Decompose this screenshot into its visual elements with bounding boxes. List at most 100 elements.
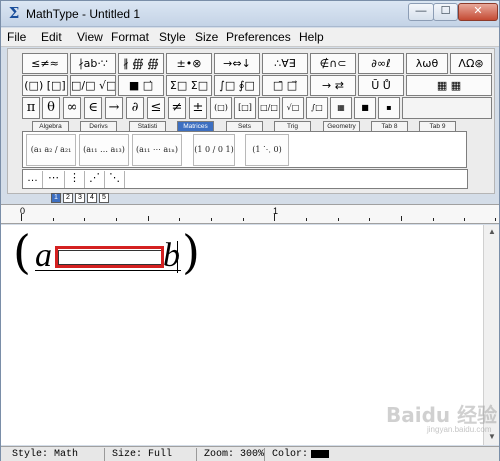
palette-set-theory[interactable]: ∉∩⊂: [310, 53, 356, 74]
small-tab-5[interactable]: 5: [99, 193, 109, 203]
status-color-label: Color:: [272, 449, 309, 460]
palette-subscript-superscript[interactable]: ■ □̇: [118, 75, 164, 96]
ruler-tick: [21, 214, 22, 221]
symbol-partial-button[interactable]: ∂: [126, 97, 144, 119]
status-zoom: Zoom: 300%: [201, 448, 265, 461]
ruler-tick: [179, 218, 180, 221]
template-identity-diagonal[interactable]: (1 ⋱ 0): [245, 134, 289, 166]
scroll-up-icon[interactable]: ▲: [485, 225, 499, 239]
small-tab-2[interactable]: 2: [63, 193, 73, 203]
selection-underline: [35, 270, 181, 271]
symbol-plusminus-button[interactable]: ±: [189, 97, 207, 119]
math-toolbar: ≤≠≈ ∤ab·∵ ∦ ∰ ∰ ±•⊗ →⇔↓ ∴∀∃ ∉∩⊂ ∂∞ℓ λωθ …: [7, 48, 495, 194]
palette-matrices[interactable]: ▦ ▦: [406, 75, 492, 96]
template-brackets-button[interactable]: [□]: [234, 97, 256, 119]
tab-8[interactable]: Tab 8: [371, 121, 408, 131]
palette-embellishments[interactable]: ∦ ∰ ∰: [118, 53, 164, 74]
ellipsis-down-diagonal-button[interactable]: ⋱: [105, 171, 125, 188]
symbol-theta-button[interactable]: θ: [42, 97, 60, 119]
tab-statistics[interactable]: Statisti: [129, 121, 166, 131]
palette-fraction-radical[interactable]: □/□ √□: [70, 75, 116, 96]
status-style: Style: Math: [9, 448, 105, 461]
right-parenthesis: ): [182, 225, 200, 279]
ruler[interactable]: 0 1: [1, 204, 499, 224]
tab-matrices[interactable]: Matrices: [177, 121, 214, 131]
palette-bars-arrows[interactable]: □̄ □⃗: [262, 75, 308, 96]
menu-edit[interactable]: Edit: [41, 30, 62, 44]
ruler-tick: [495, 218, 496, 221]
maximize-button[interactable]: ☐: [433, 3, 458, 21]
ruler-tick: [306, 218, 307, 221]
menu-help[interactable]: Help: [299, 30, 324, 44]
palette-arrows[interactable]: →⇔↓: [214, 53, 260, 74]
symbol-pi-button[interactable]: π: [22, 97, 40, 119]
symbol-arrow-button[interactable]: →: [105, 97, 123, 119]
menu-view[interactable]: View: [77, 30, 103, 44]
template-parens-button[interactable]: (□): [210, 97, 232, 119]
symbol-infinity-button[interactable]: ∞: [63, 97, 81, 119]
symbol-neq-button[interactable]: ≠: [168, 97, 186, 119]
minimize-button[interactable]: —: [408, 3, 434, 21]
ruler-tick: [243, 218, 244, 221]
ruler-tick: [338, 218, 339, 221]
palette-logical[interactable]: ∴∀∃: [262, 53, 308, 74]
ellipsis-row: … ⋯ ⋮ ⋰ ⋱: [22, 169, 468, 189]
template-integral-button[interactable]: ∫□: [306, 97, 328, 119]
matrix-template-strip: (a₁ a₂ / a₂₁ a₂₂) (a₁₁ … a₁₃) (a₁₁ ⋯ a₁ₙ…: [22, 131, 467, 168]
palette-products-set[interactable]: Ū Ů: [358, 75, 404, 96]
template-3x3-matrix[interactable]: (a₁₁ … a₁₃): [79, 134, 129, 166]
ellipsis-vertical-button[interactable]: ⋮: [65, 171, 85, 188]
small-tab-3[interactable]: 3: [75, 193, 85, 203]
color-swatch: [311, 450, 329, 458]
template-matrix-button[interactable]: ▦: [330, 97, 352, 119]
palette-operators[interactable]: ±•⊗: [166, 53, 212, 74]
small-tab-4[interactable]: 4: [87, 193, 97, 203]
ellipsis-centered-button[interactable]: ⋯: [43, 171, 65, 188]
ellipsis-up-diagonal-button[interactable]: ⋰: [85, 171, 105, 188]
ruler-tick: [148, 216, 149, 221]
palette-misc-symbols[interactable]: ∂∞ℓ: [358, 53, 404, 74]
tab-derivs[interactable]: Derivs: [80, 121, 117, 131]
tab-sets[interactable]: Sets: [226, 121, 263, 131]
watermark-url: jingyan.baidu.com: [427, 425, 492, 434]
ruler-tick: [53, 218, 54, 221]
window-title: MathType - Untitled 1: [26, 7, 141, 21]
mathtype-window: Σ MathType - Untitled 1 — ☐ ✕ File Edit …: [0, 0, 500, 461]
template-identity-2x2[interactable]: (1 0 / 0 1): [193, 134, 235, 166]
template-small-box-button[interactable]: ▪: [378, 97, 400, 119]
menu-format[interactable]: Format: [111, 30, 149, 44]
palette-greek-upper[interactable]: ΛΩ⊛: [450, 53, 492, 74]
palette-fence-templates[interactable]: (□) [□]: [22, 75, 68, 96]
ruler-tick: [84, 218, 85, 221]
template-nxn-matrix[interactable]: (a₁₁ ⋯ a₁ₙ): [132, 134, 182, 166]
tab-algebra[interactable]: Algebra: [32, 121, 69, 131]
text-cursor: [177, 241, 178, 273]
palette-labeled-arrows[interactable]: → ⇄: [310, 75, 356, 96]
template-sqrt-button[interactable]: √□: [282, 97, 304, 119]
menu-size[interactable]: Size: [195, 30, 218, 44]
tab-trig[interactable]: Trig: [274, 121, 311, 131]
palette-spaces-ellipses[interactable]: ∤ab·∵: [70, 53, 116, 74]
ruler-tick: [274, 214, 275, 221]
template-box-button[interactable]: ■: [354, 97, 376, 119]
palette-relational-symbols[interactable]: ≤≠≈: [22, 53, 68, 74]
menu-file[interactable]: File: [7, 30, 26, 44]
status-bar: Style: Math Size: Full Zoom: 300% Color:: [1, 446, 499, 461]
menu-style[interactable]: Style: [159, 30, 186, 44]
template-2x2-matrix[interactable]: (a₁ a₂ / a₂₁ a₂₂): [26, 134, 76, 166]
menu-preferences[interactable]: Preferences: [226, 30, 291, 44]
ruler-tick: [369, 218, 370, 221]
ellipsis-baseline-button[interactable]: …: [23, 171, 43, 188]
template-fraction-button[interactable]: □/□: [258, 97, 280, 119]
watermark: Baidu 经验: [386, 403, 498, 427]
symbol-element-of-button[interactable]: ∈: [84, 97, 102, 119]
palette-greek-lower[interactable]: λωθ: [406, 53, 448, 74]
palette-summation[interactable]: Σ□ Σ□: [166, 75, 212, 96]
close-button[interactable]: ✕: [458, 3, 498, 21]
symbol-leq-button[interactable]: ≤: [147, 97, 165, 119]
tab-9[interactable]: Tab 9: [419, 121, 456, 131]
small-tab-1[interactable]: 1: [51, 193, 61, 203]
tab-geometry[interactable]: Geometry: [323, 121, 360, 131]
title-bar[interactable]: Σ MathType - Untitled 1 — ☐ ✕: [1, 1, 499, 27]
palette-integral[interactable]: ∫□ ∮□: [214, 75, 260, 96]
